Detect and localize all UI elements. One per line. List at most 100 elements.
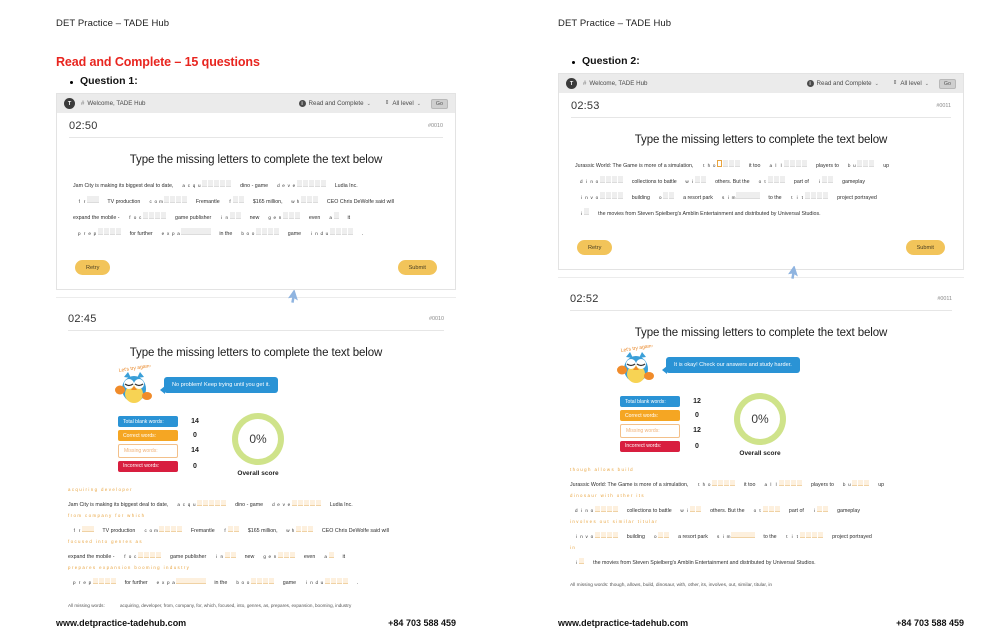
letter-input-box[interactable] — [182, 577, 188, 585]
letter-input-box[interactable] — [690, 505, 696, 513]
letter-input-box[interactable] — [267, 228, 274, 235]
letter-input-box[interactable] — [605, 176, 611, 183]
letter-input-box[interactable] — [268, 577, 274, 585]
letter-input-box[interactable] — [336, 577, 342, 585]
letter-input-box[interactable] — [187, 228, 193, 235]
letter-input-box[interactable] — [205, 228, 211, 235]
letter-input-box[interactable] — [863, 160, 869, 167]
letter-input-box[interactable] — [784, 479, 791, 487]
letter-input-box[interactable] — [175, 196, 182, 203]
letter-input-box[interactable] — [324, 577, 330, 585]
mode-select[interactable]: i Read and Complete ⌄ — [806, 80, 879, 87]
go-button[interactable]: Go — [430, 98, 448, 109]
letter-input-box[interactable] — [200, 577, 206, 585]
letter-input-box[interactable] — [594, 531, 600, 539]
letter-input-box[interactable] — [309, 499, 315, 507]
avatar[interactable]: T — [566, 78, 577, 89]
letter-input-box[interactable] — [230, 551, 236, 559]
letter-input-box[interactable] — [341, 228, 347, 235]
letter-input-box[interactable] — [335, 228, 341, 235]
letter-input-box[interactable] — [823, 505, 829, 513]
letter-input-box[interactable] — [170, 525, 177, 533]
letter-input-box[interactable] — [288, 212, 295, 219]
cloze-passage[interactable]: Jurassic World: The Game is more of a si… — [559, 146, 963, 230]
letter-input-box[interactable] — [150, 551, 156, 559]
letter-input-box[interactable] — [97, 228, 103, 235]
submit-button[interactable]: Submit — [905, 240, 945, 256]
letter-input-box[interactable] — [229, 212, 235, 219]
letter-input-box[interactable] — [227, 525, 234, 533]
letter-input-box[interactable] — [161, 212, 167, 219]
letter-input-box[interactable] — [617, 192, 623, 199]
letter-input-box[interactable] — [255, 228, 262, 235]
letter-input-box[interactable] — [695, 176, 701, 183]
letter-input-box[interactable] — [226, 180, 232, 187]
letter-input-box[interactable] — [155, 212, 161, 219]
letter-input-box[interactable] — [181, 196, 188, 203]
letter-input-box[interactable] — [858, 479, 864, 487]
letter-input-box[interactable] — [314, 180, 320, 187]
letter-input-box[interactable] — [717, 160, 723, 167]
letter-input-box[interactable] — [606, 531, 612, 539]
letter-input-box[interactable] — [729, 479, 736, 487]
letter-input-box[interactable] — [734, 160, 741, 167]
letter-input-box[interactable] — [238, 196, 245, 203]
letter-input-box[interactable] — [599, 192, 605, 199]
level-select[interactable]: ⇕ All level ⌄ — [385, 100, 421, 107]
letter-input-box[interactable] — [658, 531, 664, 539]
letter-input-box[interactable] — [347, 228, 353, 235]
letter-input-box[interactable] — [138, 551, 144, 559]
letter-input-box[interactable] — [282, 212, 289, 219]
footer-url[interactable]: www.detpractice-tadehub.com — [558, 618, 688, 628]
letter-input-box[interactable] — [736, 192, 742, 199]
letter-input-box[interactable] — [329, 228, 335, 235]
letter-input-box[interactable] — [149, 212, 155, 219]
letter-input-box[interactable] — [300, 196, 307, 203]
letter-input-box[interactable] — [209, 499, 215, 507]
letter-input-box[interactable] — [181, 228, 187, 235]
letter-input-box[interactable] — [261, 228, 268, 235]
footer-url[interactable]: www.detpractice-tadehub.com — [56, 618, 186, 628]
letter-input-box[interactable] — [805, 192, 811, 199]
letter-input-box[interactable] — [731, 531, 737, 539]
letter-input-box[interactable] — [774, 505, 781, 513]
letter-input-box[interactable] — [748, 192, 754, 199]
letter-input-box[interactable] — [742, 192, 748, 199]
letter-input-box[interactable] — [221, 499, 227, 507]
letter-input-box[interactable] — [188, 577, 194, 585]
letter-input-box[interactable] — [330, 577, 336, 585]
letter-input-box[interactable] — [306, 196, 313, 203]
submit-button[interactable]: Submit — [397, 260, 437, 276]
letter-input-box[interactable] — [220, 180, 226, 187]
letter-input-box[interactable] — [82, 525, 88, 533]
letter-input-box[interactable] — [315, 499, 321, 507]
letter-input-box[interactable] — [277, 551, 284, 559]
letter-input-box[interactable] — [584, 208, 590, 215]
letter-input-box[interactable] — [723, 160, 729, 167]
letter-input-box[interactable] — [795, 160, 802, 167]
letter-input-box[interactable] — [176, 525, 183, 533]
letter-input-box[interactable] — [864, 479, 870, 487]
letter-input-box[interactable] — [784, 160, 790, 167]
letter-input-box[interactable] — [605, 192, 611, 199]
letter-input-box[interactable] — [163, 196, 170, 203]
letter-input-box[interactable] — [312, 196, 319, 203]
letter-input-box[interactable] — [93, 196, 99, 203]
letter-input-box[interactable] — [600, 531, 606, 539]
letter-input-box[interactable] — [199, 228, 205, 235]
retry-button[interactable]: Retry — [577, 240, 613, 256]
letter-input-box[interactable] — [103, 228, 109, 235]
letter-input-box[interactable] — [818, 531, 824, 539]
letter-input-box[interactable] — [144, 551, 150, 559]
letter-input-box[interactable] — [811, 192, 817, 199]
letter-input-box[interactable] — [812, 531, 818, 539]
letter-input-box[interactable] — [303, 499, 309, 507]
letter-input-box[interactable] — [796, 479, 803, 487]
letter-input-box[interactable] — [723, 479, 730, 487]
letter-input-box[interactable] — [104, 577, 110, 585]
letter-input-box[interactable] — [203, 499, 209, 507]
letter-input-box[interactable] — [828, 176, 834, 183]
letter-input-box[interactable] — [718, 479, 724, 487]
letter-input-box[interactable] — [110, 577, 116, 585]
cloze-passage[interactable]: Jam City is making its biggest deal to d… — [57, 166, 455, 250]
